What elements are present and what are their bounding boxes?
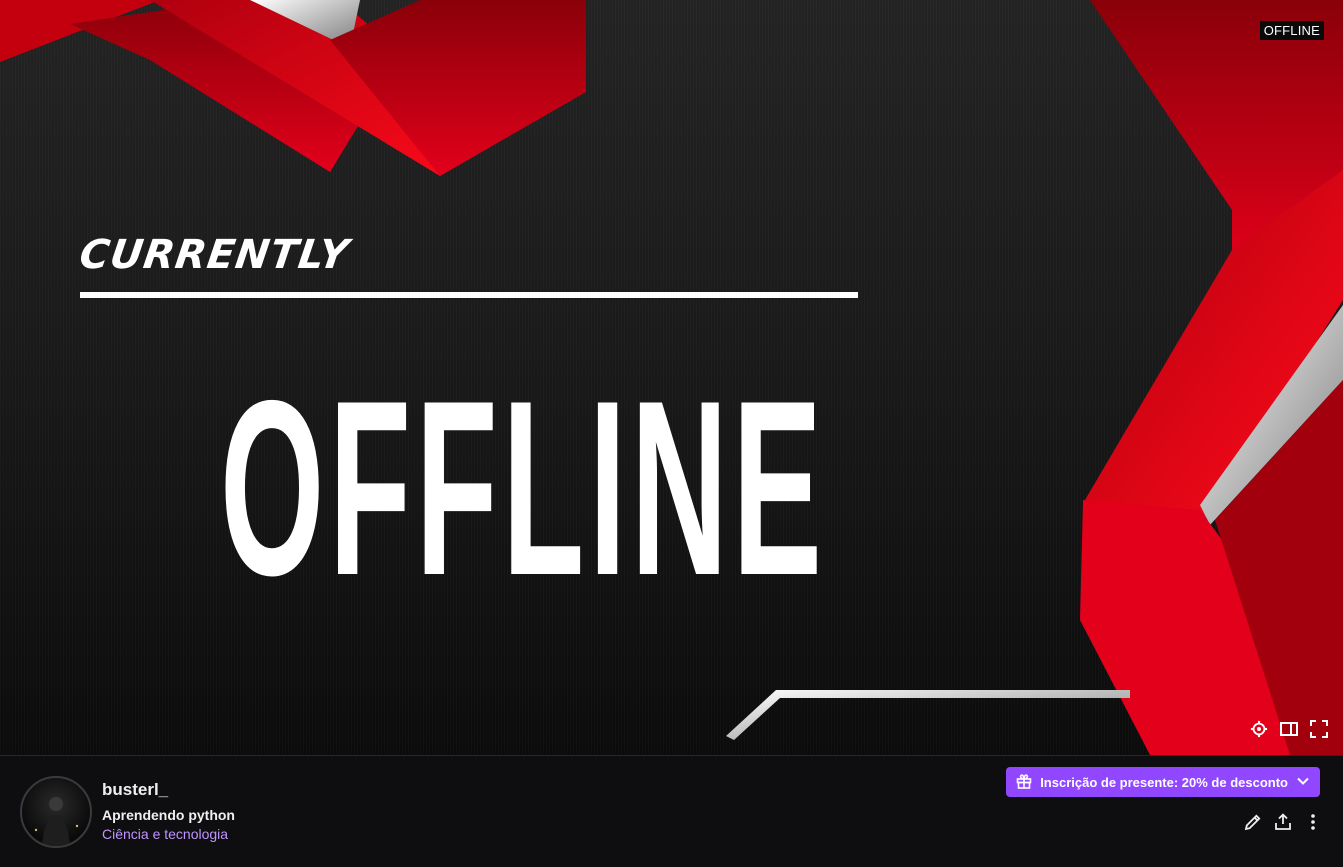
player-controls — [1249, 719, 1329, 739]
settings-icon[interactable] — [1249, 719, 1269, 739]
channel-name[interactable]: busterl_ — [102, 780, 168, 800]
edit-icon[interactable] — [1243, 811, 1263, 833]
offline-status-badge: OFFLINE — [1259, 21, 1324, 40]
fullscreen-icon[interactable] — [1309, 719, 1329, 739]
category-link[interactable]: Ciência e tecnologia — [102, 826, 228, 842]
chevron-down-icon — [1296, 774, 1310, 791]
banner-offline-text: OFFLINE — [220, 349, 827, 628]
video-player[interactable]: OFFLINE CURRENTLY OFFLINE — [0, 0, 1343, 755]
channel-actions — [1243, 811, 1323, 833]
banner-currently-text: CURRENTLY — [76, 232, 352, 278]
gift-icon — [1016, 773, 1032, 792]
gift-subscription-button[interactable]: Inscrição de presente: 20% de desconto — [1006, 767, 1320, 797]
theatre-mode-icon[interactable] — [1279, 719, 1299, 739]
channel-info-bar: busterl_ Aprendendo python Ciência e tec… — [0, 755, 1343, 867]
stream-title: Aprendendo python — [102, 807, 235, 823]
avatar[interactable] — [20, 776, 92, 848]
banner-divider — [80, 292, 858, 298]
share-icon[interactable] — [1273, 811, 1293, 833]
gift-button-label: Inscrição de presente: 20% de desconto — [1040, 774, 1288, 790]
more-options-icon[interactable] — [1303, 811, 1323, 833]
